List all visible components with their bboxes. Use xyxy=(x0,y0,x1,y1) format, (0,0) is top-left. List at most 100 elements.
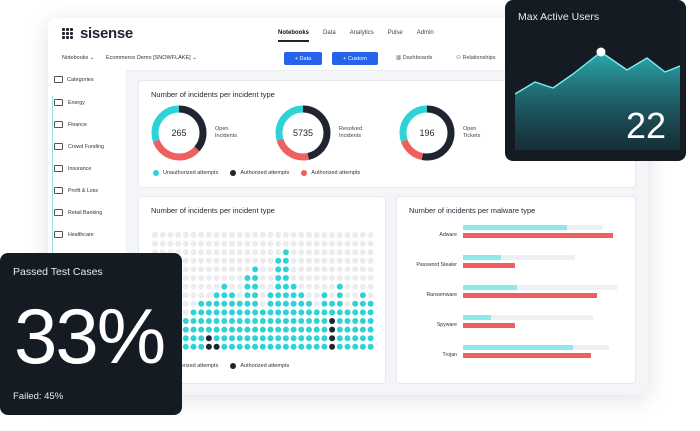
brand-logo[interactable]: sisense xyxy=(62,25,133,42)
add-custom-button[interactable]: + Custom xyxy=(332,52,378,65)
sidebar-item-energy[interactable]: Energy xyxy=(54,99,85,106)
sidebar-item-label: Retail Banking xyxy=(68,209,103,216)
legend-swatch xyxy=(230,170,237,176)
matrix-dot xyxy=(367,249,374,256)
matrix-dot xyxy=(198,283,205,290)
matrix-dot xyxy=(336,240,343,247)
nav-pulse[interactable]: Pulse xyxy=(388,30,403,36)
matrix-dot xyxy=(213,335,220,342)
add-data-button[interactable]: + Data xyxy=(284,52,322,65)
matrix-dot xyxy=(229,283,235,290)
matrix-dot xyxy=(267,232,274,238)
donut-chart-1[interactable]: 265 xyxy=(149,103,209,163)
dot-card-title: Number of incidents per incident type xyxy=(151,206,275,215)
dashboards-link[interactable]: ▥ Dashboards xyxy=(396,55,432,61)
matrix-dot xyxy=(259,343,266,350)
matrix-dot xyxy=(205,249,212,256)
matrix-dot xyxy=(267,249,274,256)
matrix-dot xyxy=(213,292,220,299)
peak-marker xyxy=(596,47,606,57)
matrix-dot xyxy=(306,326,312,333)
sidebar-item-profit-loss[interactable]: Profit & Loss xyxy=(54,187,98,194)
relationships-icon: ⚇ xyxy=(456,55,461,61)
max-active-users-title: Max Active Users xyxy=(518,11,600,23)
matrix-dot xyxy=(298,343,305,350)
datasource-dropdown[interactable]: Ecommerce Demo [SNOWFLAKE] ⌄ xyxy=(106,55,197,61)
matrix-dot xyxy=(313,240,320,247)
matrix-dot xyxy=(229,240,235,247)
failed-tests-value: Failed: 45% xyxy=(13,391,64,402)
matrix-dot xyxy=(198,275,205,281)
matrix-dot xyxy=(336,249,343,256)
sidebar-item-crowd-funding[interactable]: Crowd Funding xyxy=(54,143,104,150)
donut-2-value: 5735 xyxy=(293,128,313,138)
matrix-dot xyxy=(198,257,205,264)
matrix-dot xyxy=(182,326,189,333)
matrix-dot xyxy=(252,266,259,273)
matrix-dot xyxy=(236,240,243,247)
matrix-dot xyxy=(321,326,328,333)
sidebar-item-retail-banking[interactable]: Retail Banking xyxy=(54,209,102,216)
matrix-dot xyxy=(236,309,243,316)
dot-matrix-chart[interactable] xyxy=(151,231,375,351)
matrix-dot xyxy=(152,232,158,238)
folder-icon xyxy=(54,165,63,172)
matrix-dot xyxy=(252,257,259,264)
matrix-dot xyxy=(306,283,312,290)
matrix-dot xyxy=(244,266,251,273)
matrix-dot xyxy=(236,292,243,299)
matrix-dot xyxy=(244,318,251,324)
matrix-dot xyxy=(159,240,166,247)
matrix-dot xyxy=(244,249,251,256)
donut-chart-3[interactable]: 196 xyxy=(397,103,457,163)
matrix-dot xyxy=(198,318,205,324)
legend-swatch xyxy=(301,170,308,176)
sidebar-item-finance[interactable]: Finance xyxy=(54,121,87,128)
top-nav: Notebooks Data Analytics Pulse Admin xyxy=(278,18,434,48)
nav-notebooks[interactable]: Notebooks xyxy=(278,30,310,42)
matrix-dot xyxy=(252,240,259,247)
folder-icon xyxy=(54,99,63,106)
matrix-dot xyxy=(267,257,274,264)
matrix-dot xyxy=(282,318,289,324)
matrix-dot xyxy=(275,343,282,350)
relationships-link[interactable]: ⚇ Relationships xyxy=(456,55,496,61)
matrix-dot xyxy=(298,300,305,307)
matrix-dot xyxy=(344,318,351,324)
matrix-dot xyxy=(336,318,343,324)
bar-trojan-authorized xyxy=(463,353,591,358)
notebooks-dropdown[interactable]: Notebooks ⌄ xyxy=(62,55,94,61)
matrix-dot xyxy=(352,318,359,324)
matrix-dot xyxy=(367,232,374,238)
matrix-dot xyxy=(329,275,336,281)
matrix-dot xyxy=(275,275,282,281)
matrix-dot xyxy=(306,249,312,256)
malware-bars[interactable] xyxy=(463,225,623,375)
matrix-dot xyxy=(321,335,328,342)
matrix-dot xyxy=(359,275,366,281)
donut-chart-2[interactable]: 5735 xyxy=(273,103,333,163)
matrix-dot xyxy=(229,343,235,350)
matrix-dot xyxy=(336,275,343,281)
nav-data[interactable]: Data xyxy=(323,30,336,36)
matrix-dot xyxy=(306,257,312,264)
donut-2-label-line1: Resolved xyxy=(339,126,362,132)
matrix-dot xyxy=(190,240,197,247)
matrix-dot xyxy=(321,318,328,324)
folder-icon xyxy=(54,121,63,128)
matrix-dot xyxy=(352,266,359,273)
sidebar-item-healthcare[interactable]: Healthcare xyxy=(54,231,94,238)
matrix-dot xyxy=(298,326,305,333)
nav-admin[interactable]: Admin xyxy=(417,30,434,36)
matrix-dot xyxy=(282,300,289,307)
matrix-dot xyxy=(252,292,259,299)
matrix-dot xyxy=(352,343,359,350)
matrix-dot xyxy=(213,326,220,333)
nav-analytics[interactable]: Analytics xyxy=(350,30,374,36)
matrix-dot xyxy=(321,257,328,264)
matrix-dot xyxy=(290,249,297,256)
matrix-dot xyxy=(182,257,189,264)
matrix-dot xyxy=(236,343,243,350)
matrix-dot xyxy=(213,257,220,264)
sidebar-item-insurance[interactable]: Insurance xyxy=(54,165,91,172)
